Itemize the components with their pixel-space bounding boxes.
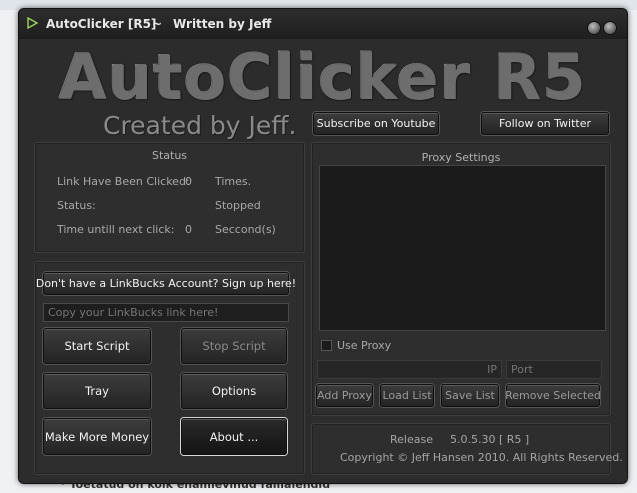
status-label: Status:: [57, 199, 96, 212]
linkbucks-signup-button[interactable]: Don't have a LinkBucks Account? Sign up …: [36, 272, 296, 295]
title-separator: ~: [152, 17, 163, 31]
proxy-list[interactable]: [319, 165, 606, 331]
release-version: 5.0.5.30 [ R5 ]: [450, 433, 530, 446]
controls-panel: Don't have a LinkBucks Account? Sign up …: [34, 261, 305, 475]
status-panel: Status Link Have Been Clicked: 0 Times. …: [34, 142, 305, 253]
clicks-label: Link Have Been Clicked:: [57, 175, 190, 188]
add-proxy-button[interactable]: Add Proxy: [316, 384, 373, 407]
title-bar[interactable]: AutoClicker [R5] ~ Written by Jeff: [19, 9, 627, 39]
release-panel: Release 5.0.5.30 [ R5 ] Copyright © Jeff…: [311, 423, 623, 475]
next-click-unit: Seccond(s): [215, 223, 276, 236]
remove-selected-button[interactable]: Remove Selected: [505, 384, 601, 407]
load-list-button[interactable]: Load List: [380, 384, 434, 407]
window-author: Written by Jeff: [173, 17, 272, 31]
app-arrow-icon: [27, 17, 38, 29]
window-title: AutoClicker [R5]: [46, 17, 157, 31]
main-content: AutoClicker R5 Created by Jeff. Subscrib…: [19, 39, 627, 483]
save-list-button[interactable]: Save List: [441, 384, 499, 407]
proxy-settings-panel: Proxy Settings Use Proxy Add Proxy Load …: [311, 142, 611, 416]
use-proxy-checkbox[interactable]: [321, 340, 332, 351]
about-button[interactable]: About ...: [181, 418, 287, 455]
next-click-label: Time untill next click:: [57, 223, 175, 236]
use-proxy-label: Use Proxy: [337, 339, 392, 352]
minimize-button[interactable]: [587, 21, 601, 35]
copyright-text: Copyright © Jeff Hansen 2010. All Rights…: [340, 451, 623, 464]
make-more-money-button[interactable]: Make More Money: [43, 418, 151, 455]
app-subtitle: Created by Jeff.: [103, 111, 297, 140]
close-button[interactable]: [603, 21, 617, 35]
tray-button[interactable]: Tray: [43, 373, 151, 409]
linkbucks-link-input[interactable]: [43, 303, 289, 322]
autoclicker-window: AutoClicker [R5] ~ Written by Jeff AutoC…: [18, 8, 628, 484]
proxy-port-input[interactable]: [506, 360, 602, 379]
stop-script-button[interactable]: Stop Script: [181, 328, 287, 364]
clicks-unit: Times.: [215, 175, 252, 188]
app-logo: AutoClicker R5: [59, 41, 587, 114]
follow-twitter-button[interactable]: Follow on Twitter: [481, 112, 609, 135]
options-button[interactable]: Options: [181, 373, 287, 409]
status-value: Stopped: [215, 199, 261, 212]
proxy-settings-title: Proxy Settings: [421, 151, 501, 164]
proxy-ip-input[interactable]: [317, 360, 502, 379]
release-label: Release: [390, 433, 433, 446]
subscribe-youtube-button[interactable]: Subscribe on Youtube: [313, 112, 439, 135]
status-title: Status: [151, 149, 188, 162]
next-click-value: 0: [185, 223, 192, 236]
clicks-value: 0: [185, 175, 192, 188]
start-script-button[interactable]: Start Script: [43, 328, 151, 364]
